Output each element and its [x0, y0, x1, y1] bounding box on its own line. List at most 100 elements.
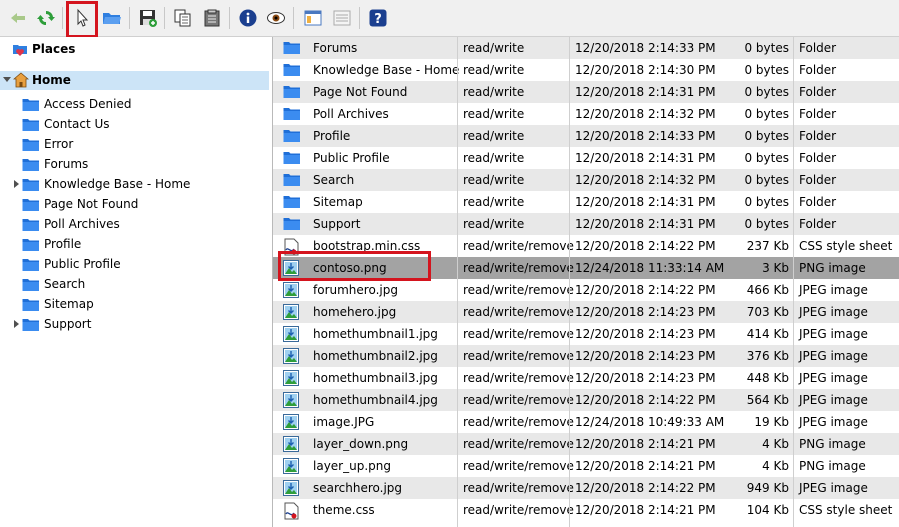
file-row[interactable]: homethumbnail2.jpg read/write/remove 12/20…	[273, 345, 899, 367]
select-pointer-button[interactable]	[70, 6, 94, 30]
css-file-icon	[284, 238, 299, 256]
tree-item-label: Support	[44, 317, 92, 331]
open-folder-button[interactable]	[100, 6, 124, 30]
layout-view-button[interactable]	[301, 6, 325, 30]
collapse-arrow-icon[interactable]	[3, 77, 11, 82]
tree-item-label: Forums	[44, 157, 89, 171]
copy-icon	[174, 9, 191, 27]
folder-icon	[283, 86, 300, 98]
tree-item-home[interactable]: Home	[0, 71, 269, 90]
file-permissions: read/write	[463, 85, 525, 99]
places-label: Places	[32, 42, 76, 56]
back-button[interactable]	[6, 6, 30, 30]
tree-item[interactable]: Public Profile	[22, 254, 262, 274]
copy-button[interactable]	[171, 6, 195, 30]
tree-item[interactable]: Sitemap	[22, 294, 262, 314]
file-permissions: read/write/remove	[463, 261, 574, 275]
file-type: JPEG image	[799, 305, 868, 319]
file-row[interactable]: theme.css read/write/remove 12/20/2018 2:1…	[273, 499, 899, 521]
preview-button[interactable]	[264, 6, 288, 30]
paste-button[interactable]	[200, 6, 224, 30]
file-row[interactable]: layer_up.png read/write/remove 12/20/2018 …	[273, 455, 899, 477]
file-size: 564 Kb	[746, 393, 789, 407]
folder-icon	[283, 196, 300, 208]
file-row[interactable]: Knowledge Base - Home read/write 12/20/201…	[273, 59, 899, 81]
folder-icon	[22, 179, 39, 191]
file-row[interactable]: contoso.png read/write/remove 12/24/2018 1…	[273, 257, 899, 279]
file-row[interactable]: bootstrap.min.css read/write/remove 12/20/…	[273, 235, 899, 257]
image-file-icon	[283, 392, 299, 408]
file-permissions: read/write/remove	[463, 415, 574, 429]
tree-item[interactable]: Profile	[22, 234, 262, 254]
column-divider	[793, 37, 794, 527]
image-file-icon	[283, 348, 299, 364]
toolbar: ?	[0, 0, 899, 38]
file-row[interactable]: forumhero.jpg read/write/remove 12/20/2018…	[273, 279, 899, 301]
file-name: homethumbnail2.jpg	[313, 349, 438, 363]
folder-icon	[283, 108, 300, 120]
file-size: 414 Kb	[746, 327, 789, 341]
folder-icon	[22, 199, 39, 211]
file-permissions: read/write/remove	[463, 349, 574, 363]
file-type: Folder	[799, 41, 837, 55]
refresh-button[interactable]	[34, 6, 58, 30]
file-modified-date: 12/20/2018 2:14:23 PM	[575, 327, 716, 341]
file-permissions: read/write/remove	[463, 481, 574, 495]
folder-tree-pane: Places Home Access Denied Contact Us Error…	[0, 37, 273, 527]
help-button[interactable]: ?	[366, 6, 390, 30]
file-row[interactable]: layer_down.png read/write/remove 12/20/201…	[273, 433, 899, 455]
file-type: JPEG image	[799, 327, 868, 341]
save-icon	[140, 10, 157, 27]
file-size: 19 Kb	[754, 415, 789, 429]
file-row[interactable]: Support read/write 12/20/2018 2:14:31 PM 0 …	[273, 213, 899, 235]
file-name: forumhero.jpg	[313, 283, 398, 297]
file-size: 4 Kb	[762, 437, 789, 451]
tree-item[interactable]: Knowledge Base - Home	[14, 174, 262, 194]
list-view-button[interactable]	[330, 6, 354, 30]
file-name: theme.css	[313, 503, 375, 517]
places-heart-folder-icon	[13, 45, 27, 56]
tree-item[interactable]: Search	[22, 274, 262, 294]
file-row[interactable]: Profile read/write 12/20/2018 2:14:33 PM 0 …	[273, 125, 899, 147]
expand-arrow-icon[interactable]	[14, 320, 19, 328]
file-type: PNG image	[799, 261, 866, 275]
tree-item[interactable]: Support	[14, 314, 262, 334]
file-permissions: read/write/remove	[463, 503, 574, 517]
save-button[interactable]	[136, 6, 160, 30]
file-row[interactable]: Public Profile read/write 12/20/2018 2:14:…	[273, 147, 899, 169]
tree-item[interactable]: Page Not Found	[22, 194, 262, 214]
file-name: layer_down.png	[313, 437, 409, 451]
file-permissions: read/write/remove	[463, 459, 574, 473]
file-type: Folder	[799, 217, 837, 231]
svg-text:?: ?	[374, 12, 382, 27]
file-row[interactable]: image.JPG read/write/remove 12/24/2018 10:…	[273, 411, 899, 433]
home-label: Home	[32, 73, 71, 87]
file-type: Folder	[799, 85, 837, 99]
file-permissions: read/write/remove	[463, 283, 574, 297]
file-row[interactable]: homethumbnail4.jpg read/write/remove 12/20…	[273, 389, 899, 411]
file-row[interactable]: homethumbnail1.jpg read/write/remove 12/20…	[273, 323, 899, 345]
file-row[interactable]: Poll Archives read/write 12/20/2018 2:14:3…	[273, 103, 899, 125]
tree-item[interactable]: Access Denied	[22, 94, 262, 114]
tree-item[interactable]: Poll Archives	[22, 214, 262, 234]
tree-item-label: Access Denied	[44, 97, 132, 111]
file-row[interactable]: Sitemap read/write 12/20/2018 2:14:31 PM 0 …	[273, 191, 899, 213]
info-button[interactable]	[236, 6, 260, 30]
info-icon	[239, 9, 257, 27]
column-divider	[457, 37, 458, 527]
file-permissions: read/write/remove	[463, 393, 574, 407]
tree-item[interactable]: Contact Us	[22, 114, 262, 134]
window-layout-icon	[304, 10, 322, 26]
file-row[interactable]: Search read/write 12/20/2018 2:14:32 PM 0 b…	[273, 169, 899, 191]
tree-item[interactable]: Forums	[22, 154, 262, 174]
expand-arrow-icon[interactable]	[14, 180, 19, 188]
file-row[interactable]: homethumbnail3.jpg read/write/remove 12/20…	[273, 367, 899, 389]
file-row[interactable]: searchhero.jpg read/write/remove 12/20/201…	[273, 477, 899, 499]
file-modified-date: 12/20/2018 2:14:22 PM	[575, 393, 716, 407]
file-row[interactable]: Forums read/write 12/20/2018 2:14:33 PM 0 b…	[273, 37, 899, 59]
file-row[interactable]: Page Not Found read/write 12/20/2018 2:14:…	[273, 81, 899, 103]
tree-item-label: Contact Us	[44, 117, 110, 131]
file-type: Folder	[799, 195, 837, 209]
file-row[interactable]: homehero.jpg read/write/remove 12/20/2018 …	[273, 301, 899, 323]
tree-item[interactable]: Error	[22, 134, 262, 154]
